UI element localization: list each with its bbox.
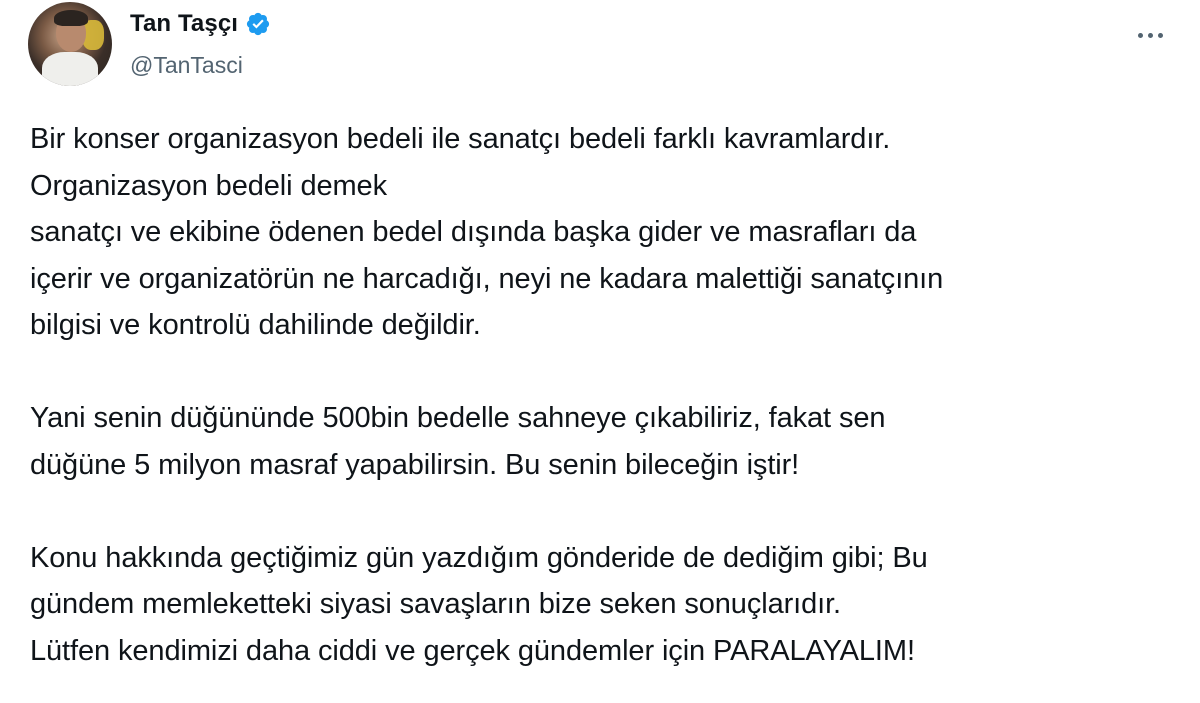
- avatar-hair: [54, 10, 88, 26]
- tweet-line: Yani senin düğününde 500bin bedelle sahn…: [30, 402, 886, 434]
- avatar-shirt: [42, 52, 98, 86]
- tweet-line: sanatçı ve ekibine ödenen bedel dışında …: [30, 216, 917, 248]
- tweet-line: düğüne 5 milyon masraf yapabilirsin. Bu …: [30, 448, 800, 481]
- more-dot: [1157, 32, 1163, 38]
- more-options-icon[interactable]: [1130, 20, 1170, 50]
- author-name-row[interactable]: Tan Taşçı: [130, 10, 271, 38]
- tweet: Tan Taşçı @TanTasci Bir konser organizas…: [0, 0, 1200, 703]
- tweet-line: gündem memleketteki siyasi savaşların bi…: [30, 588, 842, 620]
- more-dot: [1147, 32, 1153, 38]
- verified-badge-icon: [246, 12, 270, 36]
- tweet-header: Tan Taşçı @TanTasci: [28, 2, 1178, 88]
- tweet-line: Lütfen kendimizi daha ciddi ve gerçek gü…: [30, 634, 915, 667]
- tweet-line: içerir ve organizatörün ne harcadığı, ne…: [30, 262, 944, 295]
- tweet-line: Bir konser organizasyon bedeli ile sanat…: [30, 123, 891, 155]
- tweet-line: Organizasyon bedeli demek: [30, 169, 387, 202]
- author-display-name[interactable]: Tan Taşçı: [130, 10, 238, 38]
- profile-avatar[interactable]: [28, 2, 112, 86]
- tweet-line: Konu hakkında geçtiğimiz gün yazdığım gö…: [30, 541, 928, 574]
- author-handle[interactable]: @TanTasci: [130, 52, 243, 79]
- tweet-line: bilgisi ve kontrolü dahilinde değildir.: [30, 309, 481, 341]
- tweet-text: Bir konser organizasyon bedeli ile sanat…: [30, 116, 1180, 674]
- more-dot: [1137, 32, 1143, 38]
